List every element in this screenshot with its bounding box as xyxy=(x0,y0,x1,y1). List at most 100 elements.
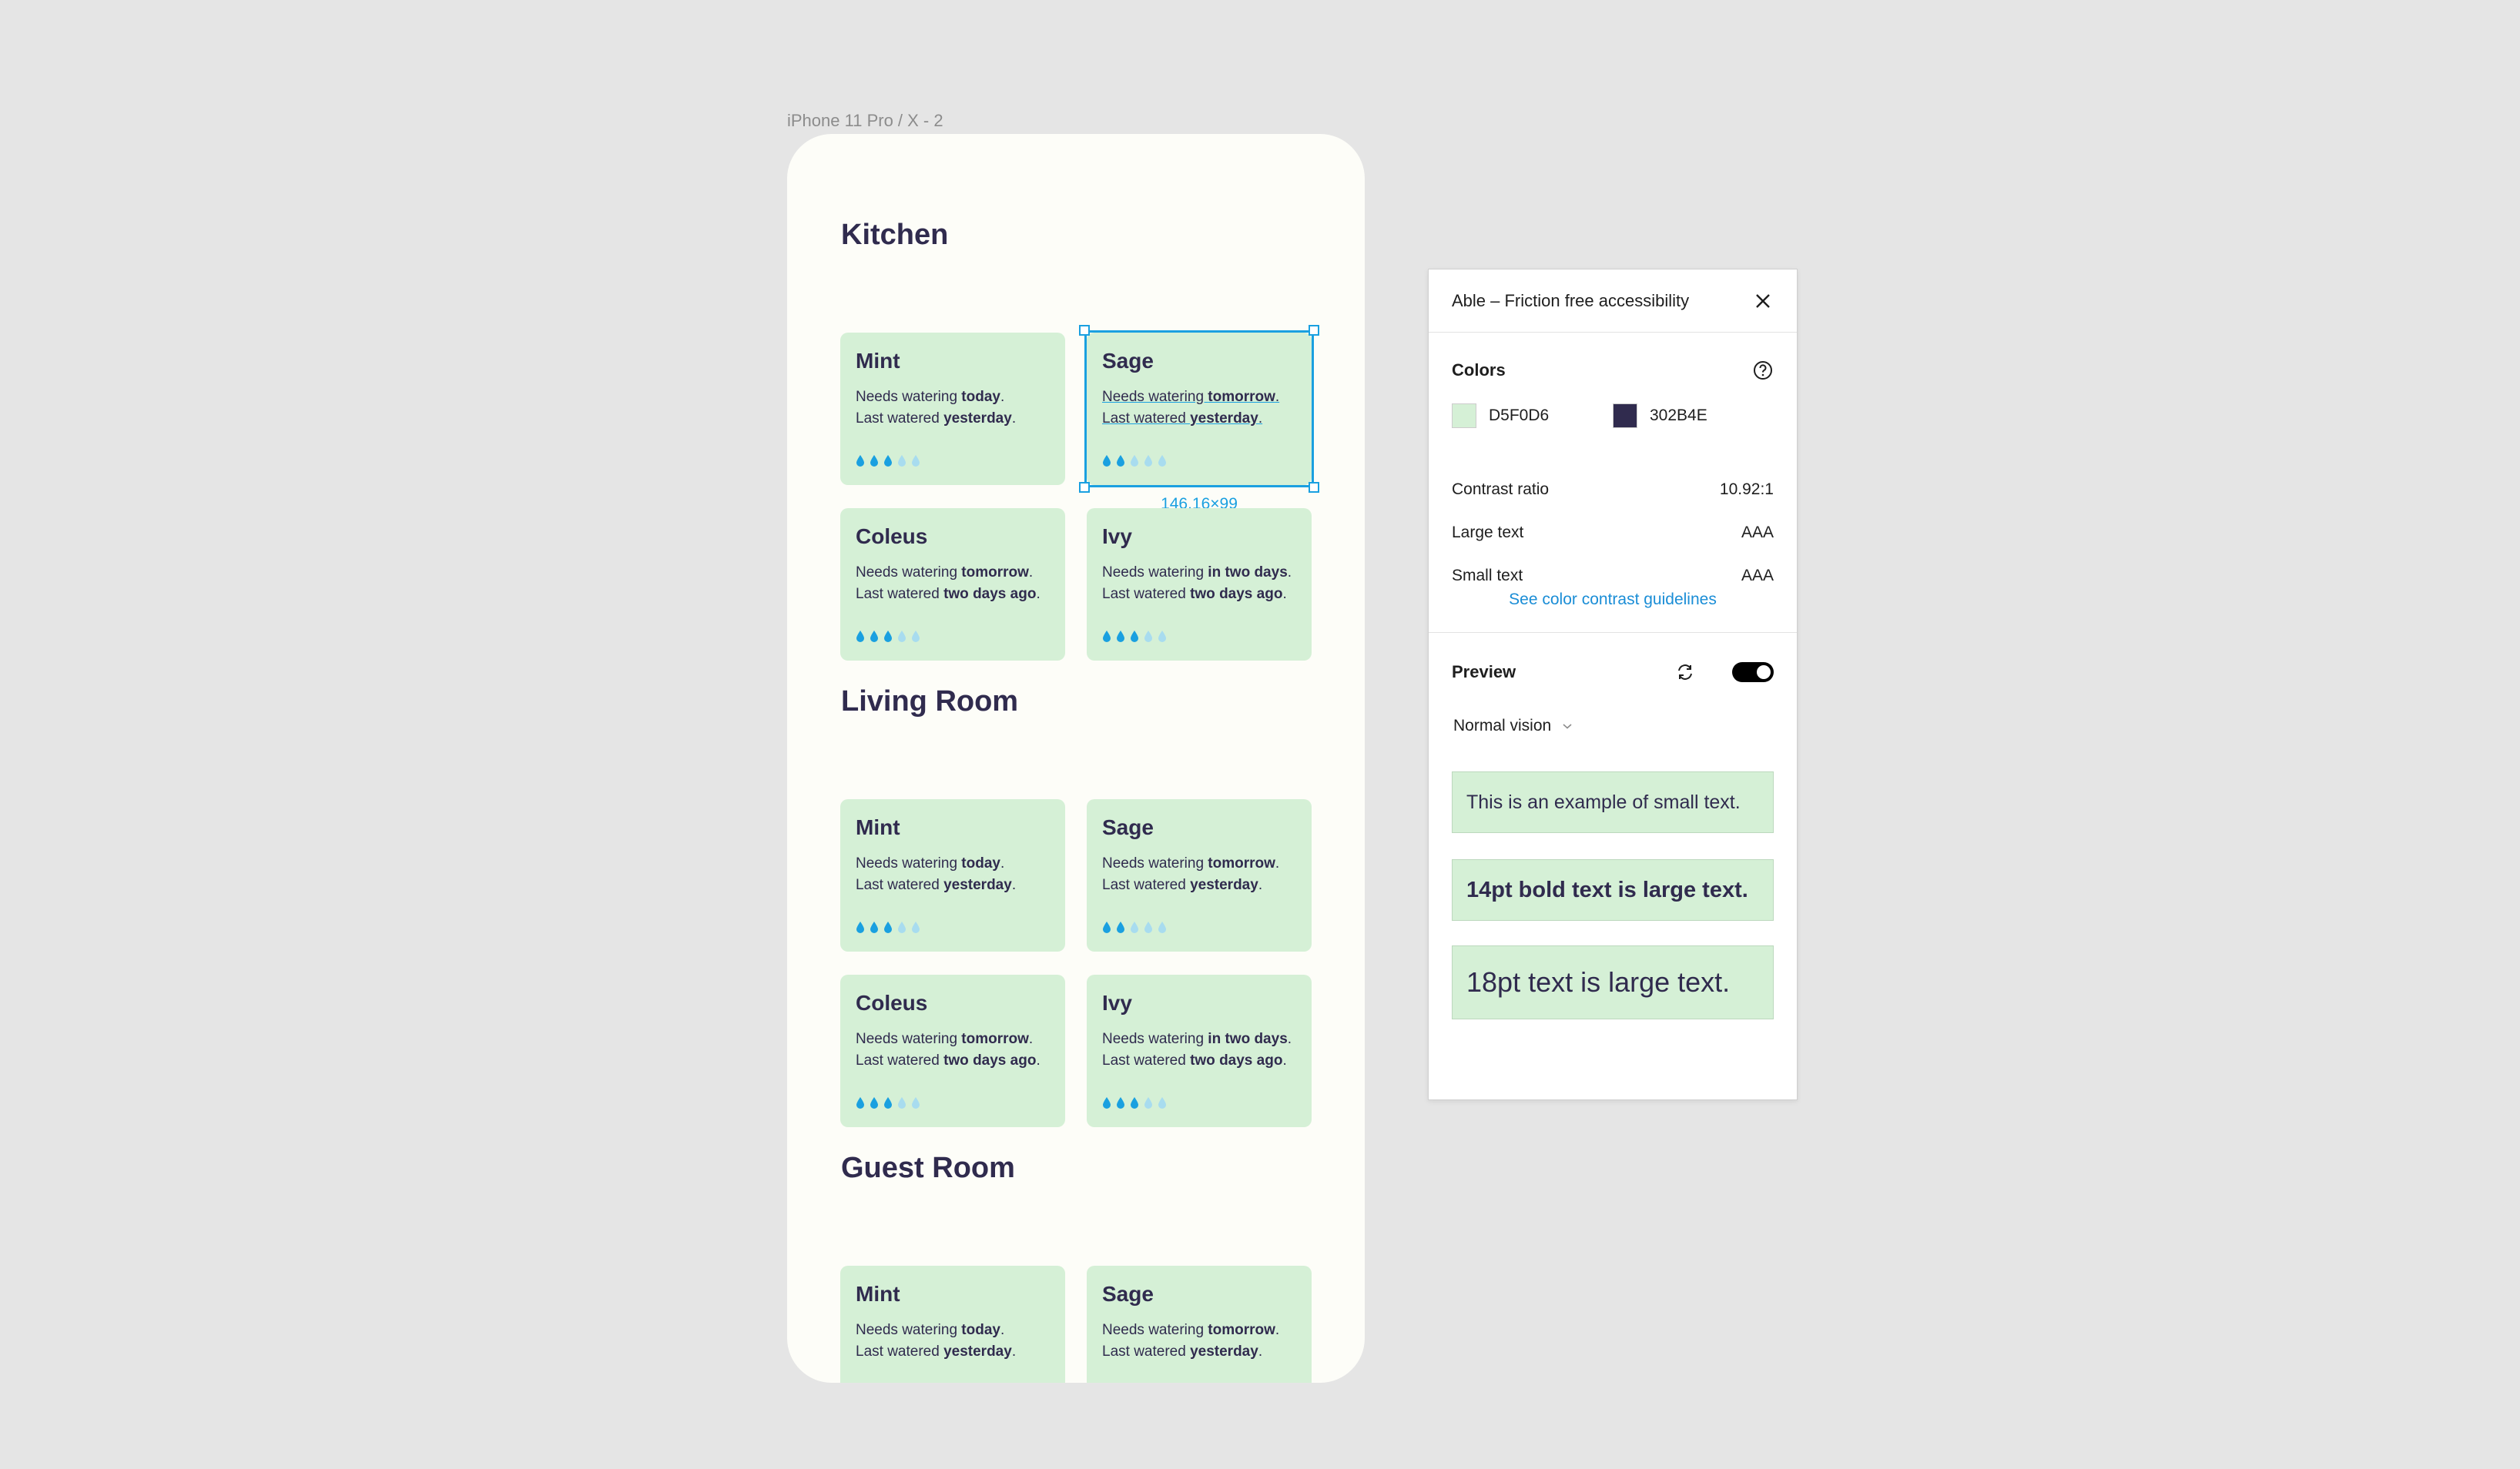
water-drop-icon xyxy=(870,1096,879,1109)
plant-card-partial xyxy=(840,1381,1065,1383)
plant-card[interactable]: Sage Needs watering tomorrow. Last watered… xyxy=(1087,333,1312,485)
water-drop-icon xyxy=(897,630,906,642)
preview-section: Preview Normal vision This is an example… xyxy=(1429,633,1797,1019)
last-when: two days ago xyxy=(943,586,1037,602)
contrast-guidelines-link[interactable]: See color contrast guidelines xyxy=(1429,591,1797,609)
water-drop-icon xyxy=(1130,454,1139,467)
color-swatch-dark[interactable] xyxy=(1613,403,1637,428)
colors-section: Colors D5F0D6 302B4E Contrast ratio 10.9… xyxy=(1429,333,1797,633)
water-drop-icon xyxy=(911,454,920,467)
frame-label[interactable]: iPhone 11 Pro / X - 2 xyxy=(787,111,943,131)
water-drop-icon xyxy=(1158,1096,1167,1109)
water-drop-icon xyxy=(1130,630,1139,642)
plant-card[interactable]: Mint Needs watering today. Last watered ye… xyxy=(840,333,1065,485)
large-text-row: Large text AAA xyxy=(1452,511,1774,554)
water-drop-icon xyxy=(856,921,865,933)
large-text-label: Large text xyxy=(1452,524,1524,541)
water-drop-icon xyxy=(856,1096,865,1109)
water-drop-icon xyxy=(911,1096,920,1109)
needs-when: tomorrow xyxy=(1208,1322,1275,1338)
vision-select-value: Normal vision xyxy=(1453,717,1552,734)
last-watered-text: Last watered two days ago. xyxy=(1102,1052,1287,1069)
needs-when: tomorrow xyxy=(961,564,1029,581)
color-swatch-light[interactable] xyxy=(1452,403,1476,428)
last-watered-text: Last watered yesterday. xyxy=(1102,877,1263,893)
water-drop-icon xyxy=(883,921,893,933)
room-title: Living Room xyxy=(841,685,1019,718)
water-drop-icon xyxy=(1116,454,1125,467)
last-when: two days ago xyxy=(943,1052,1037,1069)
plant-card[interactable]: Coleus Needs watering tomorrow. Last water… xyxy=(840,508,1065,661)
sample-small-text: This is an example of small text. xyxy=(1452,771,1774,833)
swatch-item-dark[interactable]: 302B4E xyxy=(1613,403,1774,428)
needs-when: in two days xyxy=(1208,1031,1288,1047)
plant-name: Mint xyxy=(856,1282,900,1306)
needs-watering-text: Needs watering in two days. xyxy=(1102,564,1292,581)
plant-card[interactable]: Ivy Needs watering in two days. Last water… xyxy=(1087,975,1312,1127)
needs-watering-text: Needs watering tomorrow. xyxy=(856,1031,1034,1047)
water-drop-icon xyxy=(1116,921,1125,933)
colors-title: Colors xyxy=(1452,360,1506,380)
swatches: D5F0D6 302B4E xyxy=(1452,400,1774,431)
resize-handle[interactable] xyxy=(1079,325,1090,336)
last-prefix: Last watered xyxy=(1102,1344,1191,1360)
water-drop-icon xyxy=(1102,454,1111,467)
vision-select[interactable]: Normal vision xyxy=(1452,707,1774,745)
last-prefix: Last watered xyxy=(856,410,944,427)
last-watered-text: Last watered two days ago. xyxy=(1102,586,1287,602)
plant-card[interactable]: Sage Needs watering tomorrow. Last watered… xyxy=(1087,799,1312,952)
water-drop-icon xyxy=(1102,921,1111,933)
water-drop-icon xyxy=(1158,454,1167,467)
last-watered-text: Last watered yesterday. xyxy=(1102,1344,1263,1360)
small-text-value: AAA xyxy=(1741,567,1774,584)
swatch-item-light[interactable]: D5F0D6 xyxy=(1452,403,1613,428)
water-drop-icon xyxy=(883,454,893,467)
room-title: Kitchen xyxy=(841,219,949,251)
resize-handle[interactable] xyxy=(1079,482,1090,493)
preview-toggle[interactable] xyxy=(1732,662,1774,682)
help-icon[interactable] xyxy=(1752,360,1774,381)
last-when: yesterday xyxy=(1190,410,1258,427)
color-swatch-light-label: D5F0D6 xyxy=(1489,407,1550,424)
resize-handle[interactable] xyxy=(1309,325,1319,336)
needs-watering-text: Needs watering tomorrow. xyxy=(1102,389,1280,405)
water-drop-icon xyxy=(897,1096,906,1109)
plant-name: Sage xyxy=(1102,349,1154,373)
plant-card[interactable]: Coleus Needs watering tomorrow. Last water… xyxy=(840,975,1065,1127)
contrast-row: Contrast ratio 10.92:1 xyxy=(1452,468,1774,511)
water-drop-icon xyxy=(870,630,879,642)
plant-card[interactable]: Sage Needs watering tomorrow. Last watered… xyxy=(1087,1266,1312,1383)
refresh-icon[interactable] xyxy=(1674,661,1697,684)
last-when: yesterday xyxy=(943,410,1012,427)
plant-card[interactable]: Mint Needs watering today. Last watered ye… xyxy=(840,799,1065,952)
needs-when: tomorrow xyxy=(961,1031,1029,1047)
last-prefix: Last watered xyxy=(1102,586,1191,602)
last-when: yesterday xyxy=(943,877,1012,893)
last-when: two days ago xyxy=(1190,1052,1283,1069)
plant-name: Coleus xyxy=(856,991,928,1015)
needs-when: today xyxy=(961,389,1000,405)
water-drop-icon xyxy=(1116,630,1125,642)
plant-card[interactable]: Ivy Needs watering in two days. Last water… xyxy=(1087,508,1312,661)
water-level xyxy=(856,630,920,642)
water-drop-icon xyxy=(1130,921,1139,933)
needs-prefix: Needs watering xyxy=(1102,855,1208,872)
needs-when: today xyxy=(961,1322,1000,1338)
close-icon[interactable] xyxy=(1752,290,1774,312)
needs-prefix: Needs watering xyxy=(1102,564,1208,581)
needs-watering-text: Needs watering tomorrow. xyxy=(1102,855,1280,872)
water-drop-icon xyxy=(870,454,879,467)
water-level xyxy=(1102,1096,1167,1109)
water-drop-icon xyxy=(856,454,865,467)
panel-header: Able – Friction free accessibility xyxy=(1429,269,1797,333)
plant-name: Coleus xyxy=(856,524,928,548)
water-drop-icon xyxy=(1102,1096,1111,1109)
last-watered-text: Last watered yesterday. xyxy=(1102,410,1263,427)
resize-handle[interactable] xyxy=(1309,482,1319,493)
last-prefix: Last watered xyxy=(1102,1052,1191,1069)
plant-card[interactable]: Mint Needs watering today. Last watered ye… xyxy=(840,1266,1065,1383)
water-drop-icon xyxy=(1144,630,1153,642)
water-level xyxy=(856,1096,920,1109)
last-prefix: Last watered xyxy=(1102,877,1191,893)
sample-bold-text: 14pt bold text is large text. xyxy=(1452,859,1774,921)
